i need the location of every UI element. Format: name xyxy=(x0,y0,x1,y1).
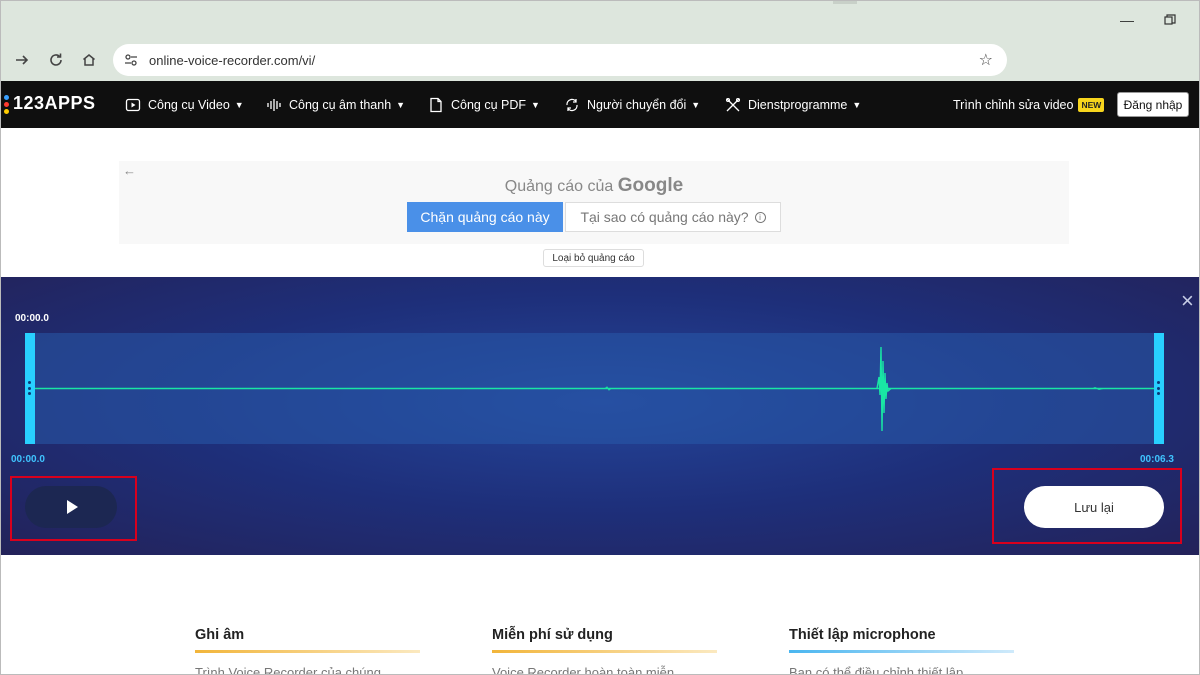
recorder-panel: × 00:00.0 00:00.0 00:06.3 Lưu lại xyxy=(1,277,1199,555)
menu-label: Công cụ âm thanh xyxy=(289,97,392,112)
pdf-file-icon xyxy=(427,96,445,114)
chevron-down-icon: ▼ xyxy=(396,99,406,110)
feature-underline xyxy=(195,650,420,653)
logo-dots-icon xyxy=(3,94,11,114)
cursor-time: 00:00.0 xyxy=(15,313,49,324)
ad-title-brand: Google xyxy=(617,175,684,196)
video-editor-label: Trình chỉnh sửa video xyxy=(953,97,1074,112)
address-bar[interactable]: online-voice-recorder.com/vi/ ☆ xyxy=(113,44,1007,76)
chevron-down-icon: ▼ xyxy=(531,99,540,110)
trim-start-handle[interactable] xyxy=(25,333,35,444)
tab-strip[interactable] xyxy=(833,1,857,4)
home-icon[interactable] xyxy=(76,47,102,73)
waveform xyxy=(35,346,1154,432)
menu-video-tools[interactable]: Công cụ Video ▼ xyxy=(124,81,244,128)
feature-microphone: Thiết lập microphone Bạn có thể điều chỉ… xyxy=(789,627,1014,675)
info-icon: i xyxy=(754,211,766,223)
logo-123apps[interactable]: 123APPS xyxy=(3,93,96,114)
audio-wave-icon xyxy=(265,96,283,114)
feature-recording: Ghi âm Trình Voice Recorder của chúng xyxy=(195,627,420,675)
grip-dots-icon xyxy=(1157,381,1160,395)
minimize-icon[interactable]: — xyxy=(1118,11,1136,29)
highlight-box-save xyxy=(992,468,1182,544)
grip-dots-icon xyxy=(28,381,31,395)
feature-text: Trình Voice Recorder của chúng xyxy=(195,665,381,675)
menu-audio-tools[interactable]: Công cụ âm thanh ▼ xyxy=(265,81,405,128)
feature-text: Bạn có thể điều chỉnh thiết lập xyxy=(789,665,964,675)
google-ad-box: ← Quảng cáo của Google Chặn quảng cáo nà… xyxy=(119,161,1069,244)
new-badge: NEW xyxy=(1078,97,1105,112)
menu-pdf-tools[interactable]: Công cụ PDF ▼ xyxy=(427,81,540,128)
logo-text: 123APPS xyxy=(13,93,96,113)
ad-title: Quảng cáo của Google xyxy=(119,175,1069,197)
feature-title: Thiết lập microphone xyxy=(789,627,936,643)
feature-free: Miễn phí sử dụng Voice Recorder hoàn toà… xyxy=(492,627,717,675)
window-titlebar: — xyxy=(1,1,1199,39)
chevron-down-icon: ▼ xyxy=(691,99,701,110)
browser-toolbar: online-voice-recorder.com/vi/ ☆ xyxy=(1,39,1199,81)
convert-icon xyxy=(563,96,581,114)
feature-underline xyxy=(789,650,1014,653)
trim-end-handle[interactable] xyxy=(1154,333,1164,444)
chevron-down-icon: ▼ xyxy=(852,99,862,110)
chevron-down-icon: ▼ xyxy=(234,99,244,110)
why-this-ad-label: Tại sao có quảng cáo này? xyxy=(580,209,749,225)
waveform-area[interactable] xyxy=(25,333,1164,444)
bookmark-star-icon[interactable]: ☆ xyxy=(979,50,993,70)
close-icon[interactable]: × xyxy=(1181,290,1199,312)
browser-window: — online-voice-recorder.com/vi/ ☆ 123APP… xyxy=(0,0,1200,675)
video-icon xyxy=(124,96,142,114)
menu-label: Người chuyển đổi xyxy=(587,97,687,112)
remove-ads-button[interactable]: Loại bỏ quảng cáo xyxy=(543,249,644,267)
block-ad-button[interactable]: Chặn quảng cáo này xyxy=(407,202,563,232)
feature-title: Ghi âm xyxy=(195,627,245,643)
menu-converters[interactable]: Người chuyển đổi ▼ xyxy=(563,81,700,128)
reload-icon[interactable] xyxy=(43,47,69,73)
highlight-box-play xyxy=(10,476,137,541)
site-settings-icon[interactable] xyxy=(121,50,141,70)
menu-label: Công cụ Video xyxy=(148,97,230,112)
menu-label: Công cụ PDF xyxy=(451,97,527,112)
forward-arrow-icon[interactable] xyxy=(9,47,35,73)
login-button[interactable]: Đăng nhập xyxy=(1117,92,1189,117)
trim-start-time: 00:00.0 xyxy=(11,454,45,465)
feature-text: Voice Recorder hoàn toàn miễn xyxy=(492,665,675,675)
ad-title-prefix: Quảng cáo của xyxy=(504,178,614,195)
feature-underline xyxy=(492,650,717,653)
trim-end-time: 00:06.3 xyxy=(1140,454,1174,465)
app-header: 123APPS Công cụ Video ▼ Công cụ âm thanh… xyxy=(1,81,1199,128)
why-this-ad-button[interactable]: Tại sao có quảng cáo này? i xyxy=(565,202,781,232)
restore-window-icon[interactable] xyxy=(1161,11,1179,29)
menu-utilities[interactable]: Dienstprogramme ▼ xyxy=(724,81,861,128)
video-editor-link[interactable]: Trình chỉnh sửa video NEW xyxy=(953,81,1105,128)
feature-title: Miễn phí sử dụng xyxy=(492,627,613,643)
tools-icon xyxy=(724,96,742,114)
url-text[interactable]: online-voice-recorder.com/vi/ xyxy=(149,53,315,68)
menu-label: Dienstprogramme xyxy=(748,97,848,112)
